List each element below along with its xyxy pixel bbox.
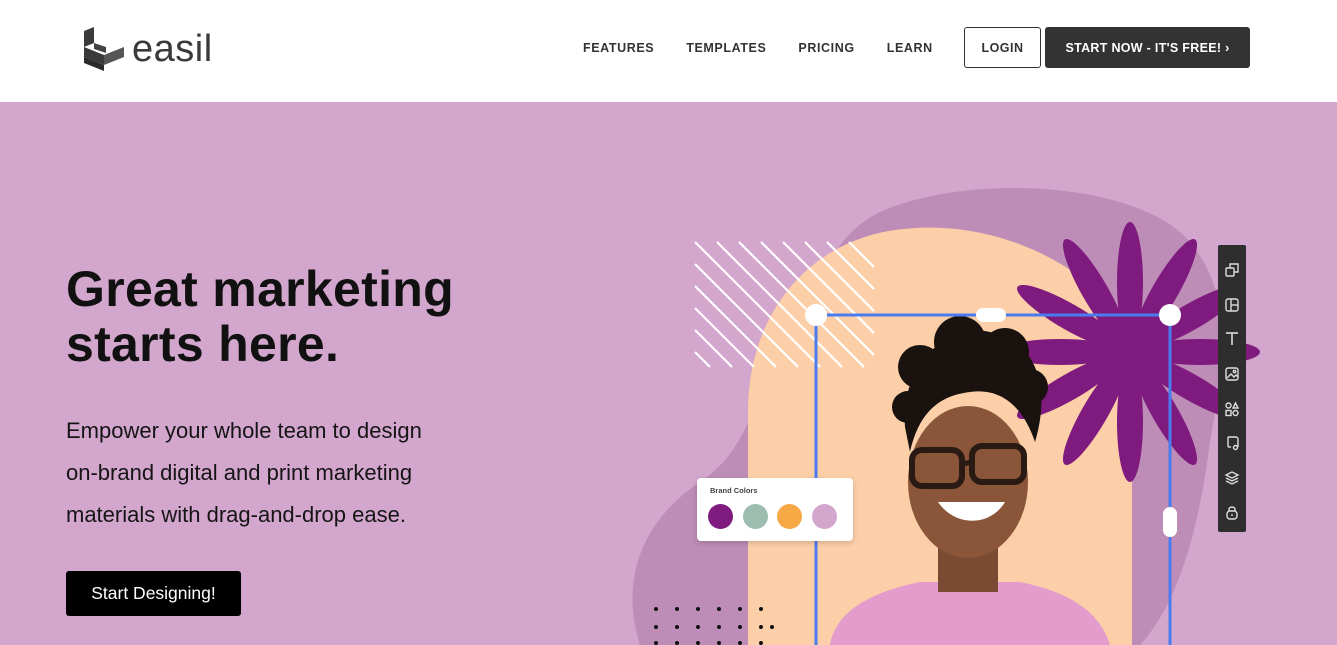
brand-colors-card: Brand Colors (697, 478, 853, 541)
logo-text: easil (132, 28, 213, 70)
selection-handle-right (1163, 507, 1177, 537)
nav-learn[interactable]: LEARN (887, 40, 933, 56)
swatch-sage[interactable] (742, 504, 768, 529)
logo[interactable]: easil (82, 27, 213, 71)
brand-swatches (708, 504, 846, 529)
login-button[interactable]: LOGIN (964, 27, 1041, 68)
editor-toolbar (1218, 245, 1246, 532)
hero-headline: Great marketing starts here. (66, 262, 566, 372)
swatch-orange[interactable] (777, 504, 802, 529)
easil-logo-icon (84, 27, 124, 71)
swatch-pink[interactable] (811, 504, 837, 529)
layout-icon[interactable] (1218, 288, 1246, 323)
swatch-purple[interactable] (708, 504, 733, 529)
selection-handle-tr (1159, 304, 1181, 326)
hero-section: Great marketing starts here. Empower you… (0, 102, 1337, 645)
hero-subtext: Empower your whole team to design on-bra… (66, 410, 486, 536)
headline-line-1: Great marketing (66, 261, 454, 317)
lock-icon[interactable] (1218, 495, 1246, 530)
main-nav: FEATURES TEMPLATES PRICING LEARN (583, 40, 965, 56)
start-now-button[interactable]: START NOW - IT'S FREE! › (1045, 27, 1250, 68)
site-header: easil FEATURES TEMPLATES PRICING LEARN L… (0, 0, 1337, 102)
text-icon[interactable] (1218, 322, 1246, 357)
subtext-line-1: Empower your whole team to design (66, 418, 422, 443)
start-designing-button[interactable]: Start Designing! (66, 571, 241, 616)
shapes-icon[interactable] (1218, 391, 1246, 426)
nav-pricing[interactable]: PRICING (798, 40, 854, 56)
selection-handle-top (976, 308, 1006, 322)
headline-line-2: starts here. (66, 316, 340, 372)
resize-icon[interactable] (1218, 253, 1246, 288)
brand-colors-title: Brand Colors (710, 486, 758, 495)
selection-handle-tl (805, 304, 827, 326)
subtext-line-2: on-brand digital and print marketing (66, 460, 413, 485)
image-icon[interactable] (1218, 357, 1246, 392)
layers-icon[interactable] (1218, 461, 1246, 496)
nav-templates[interactable]: TEMPLATES (686, 40, 766, 56)
subtext-line-3: materials with drag-and-drop ease. (66, 502, 406, 527)
nav-features[interactable]: FEATURES (583, 40, 654, 56)
music-icon[interactable] (1218, 426, 1246, 461)
